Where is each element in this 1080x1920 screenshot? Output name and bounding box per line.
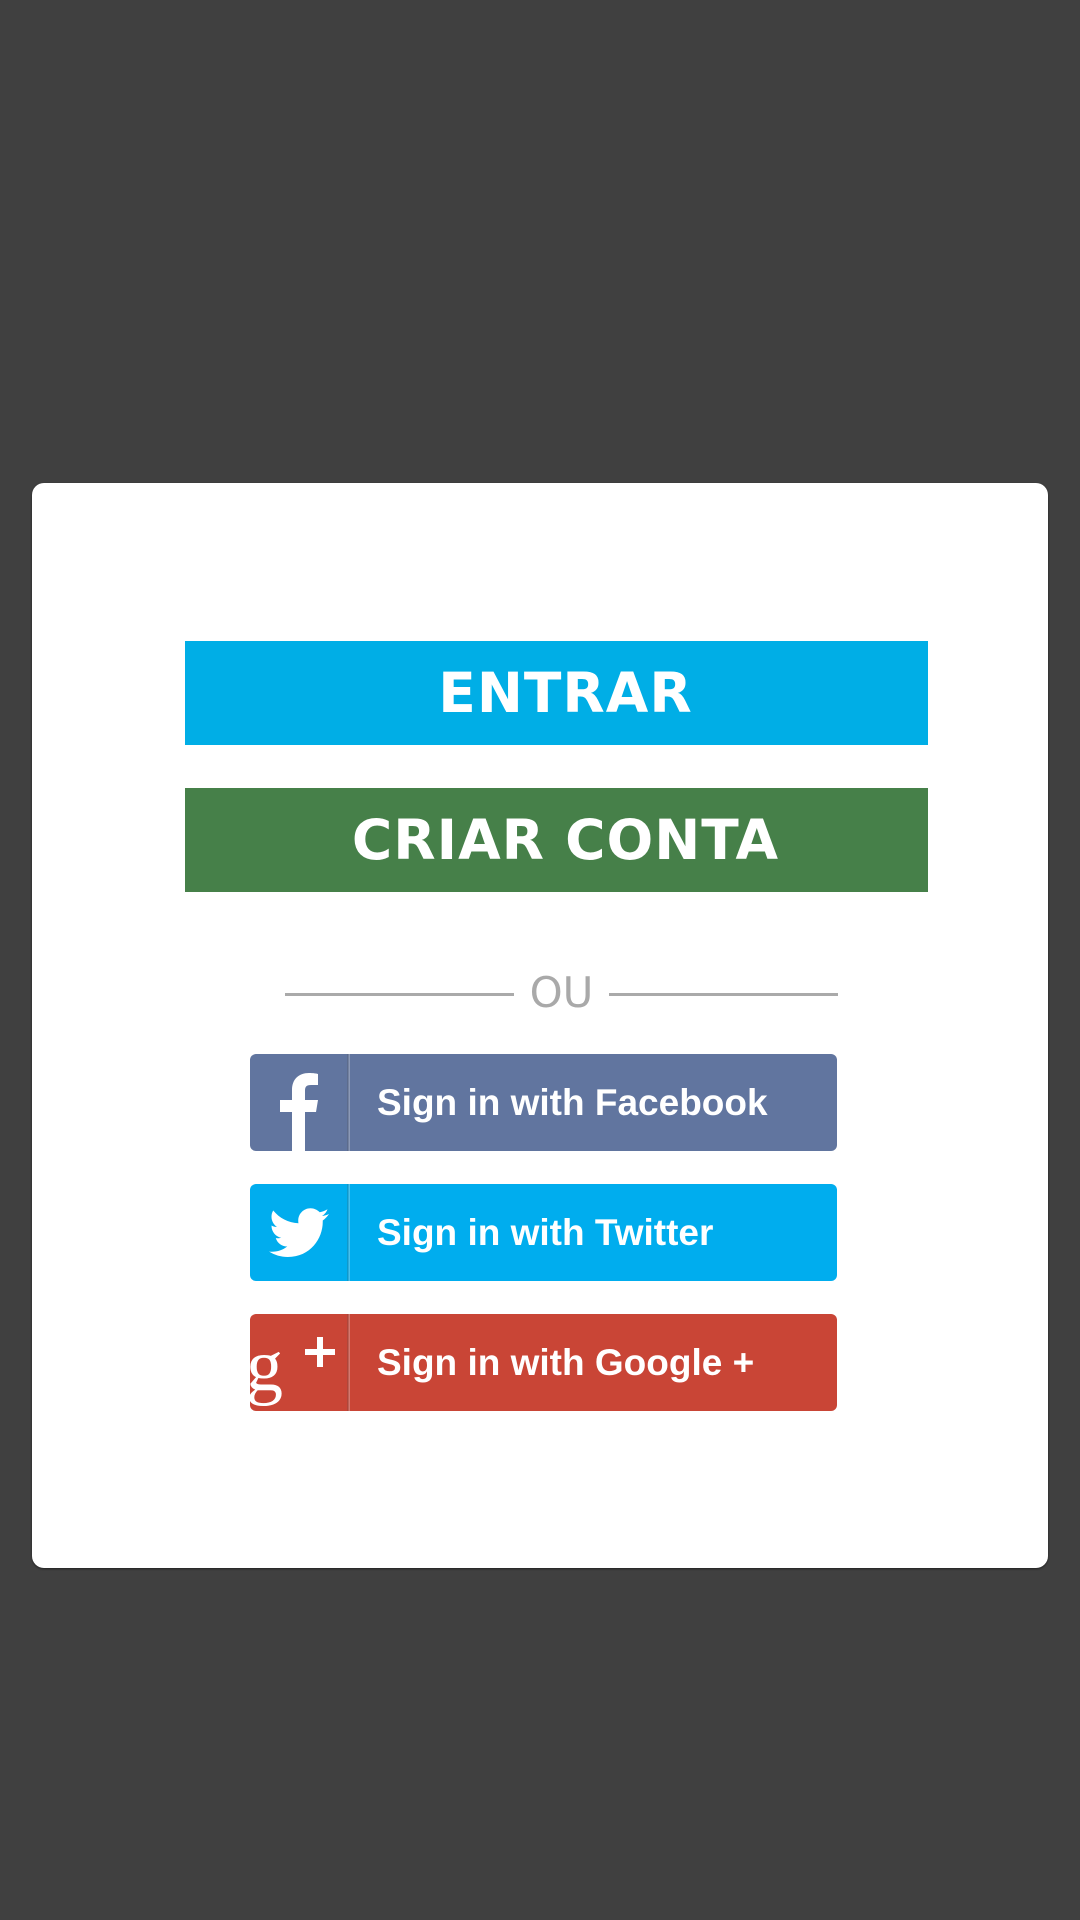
google-plus-sign-in-label: Sign in with Google + (377, 1341, 755, 1383)
login-card: ENTRAR CRIAR CONTA OU Sign in with Faceb… (32, 483, 1048, 1568)
facebook-icon (250, 1054, 347, 1151)
criar-conta-button[interactable]: CRIAR CONTA (185, 788, 928, 892)
twitter-bird-icon (250, 1184, 347, 1281)
twitter-sign-in-label: Sign in with Twitter (377, 1211, 714, 1253)
divider-line-right (609, 993, 838, 996)
twitter-separator (347, 1184, 350, 1281)
facebook-separator (347, 1054, 350, 1151)
svg-text:g: g (250, 1325, 283, 1407)
google-plus-sign-in-button[interactable]: g Sign in with Google + (250, 1314, 837, 1411)
facebook-sign-in-button[interactable]: Sign in with Facebook (250, 1054, 837, 1151)
divider-text: OU (529, 968, 594, 1017)
twitter-sign-in-button[interactable]: Sign in with Twitter (250, 1184, 837, 1281)
divider-line-left (285, 993, 514, 996)
facebook-sign-in-label: Sign in with Facebook (377, 1081, 768, 1123)
google-plus-separator (347, 1314, 350, 1411)
criar-conta-button-label: CRIAR CONTA (351, 808, 780, 872)
entrar-button-label: ENTRAR (438, 661, 693, 725)
google-plus-icon: g (250, 1314, 347, 1411)
entrar-button[interactable]: ENTRAR (185, 641, 928, 745)
